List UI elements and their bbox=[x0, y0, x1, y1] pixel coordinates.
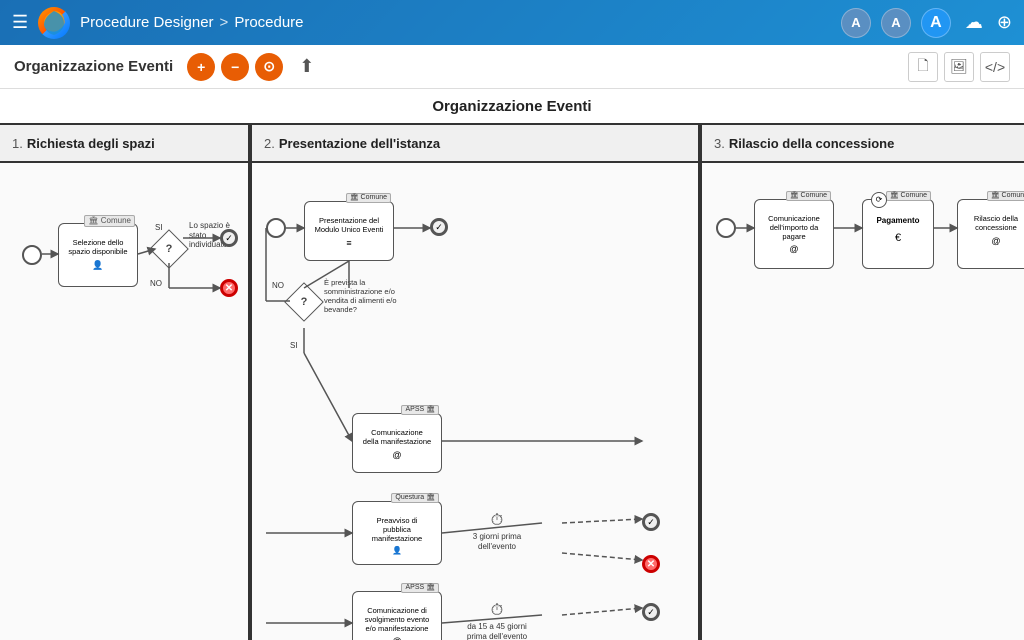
start-event-l3 bbox=[716, 218, 736, 238]
end-x-l2-r2: ✕ bbox=[642, 555, 660, 573]
time-annotation-1: ⏱ 3 giorni prima dell'evento bbox=[457, 511, 537, 553]
task-rilascio[interactable]: 🏛 Comune Rilascio dellaconcessione @ bbox=[957, 199, 1024, 269]
org-comune-tag-l3-1: 🏛 Comune bbox=[786, 191, 831, 201]
lane-1: 1. Richiesta degli spazi 🏛 Comune Selezi… bbox=[0, 125, 250, 640]
top-navigation: ☰ Procedure Designer > Procedure A A A ☁… bbox=[0, 0, 1024, 45]
task-importo-label: Comunicazionedell'importo dapagare bbox=[768, 214, 820, 241]
lane-2-number: 2. bbox=[264, 136, 275, 151]
lane-1-label: Richiesta degli spazi bbox=[27, 136, 155, 151]
task-modulo[interactable]: 🏛 Comune Presentazione delModulo Unico E… bbox=[304, 201, 394, 261]
cloud-icon[interactable]: ☁ bbox=[965, 12, 983, 33]
org-comune-tag-l3-2: 🏛 Comune bbox=[886, 191, 931, 201]
gateway-alimenti-inner: ? bbox=[291, 289, 317, 315]
org-apss-tag-2: APSS 🏛 bbox=[401, 583, 439, 593]
add-icon[interactable]: ⊕ bbox=[997, 12, 1012, 33]
org-comune-tag-1: 🏛 Comune bbox=[84, 215, 135, 227]
task-comunicazione-manif[interactable]: APSS 🏛 Comunicazionedella manifestazione… bbox=[352, 413, 442, 473]
lanes-container: 1. Richiesta degli spazi 🏛 Comune Selezi… bbox=[0, 125, 1024, 640]
task-rilascio-icon: @ bbox=[991, 236, 1000, 247]
no-label-2: NO bbox=[272, 281, 284, 290]
task-modulo-icon: ≡ bbox=[346, 238, 351, 249]
lane-1-content: 🏛 Comune Selezione dellospazio disponibi… bbox=[0, 163, 248, 640]
gateway-space-label: Lo spazio è stato individuato? bbox=[189, 221, 249, 250]
task-comunicazione-svolg-label: Comunicazione disvolgimento eventoe/o ma… bbox=[365, 606, 430, 633]
zoom-out-button[interactable]: − bbox=[221, 53, 249, 81]
org-comune-tag-l3-3: 🏛 Comune bbox=[987, 191, 1024, 201]
lane-2-header: 2. Presentazione dell'istanza bbox=[252, 125, 698, 163]
task-preavviso-icon: 👤 bbox=[392, 546, 402, 556]
start-event bbox=[22, 245, 42, 265]
page-title: Organizzazione Eventi bbox=[14, 58, 173, 75]
task-selezione-label: Selezione dellospazio disponibile bbox=[68, 238, 127, 256]
lane-1-header: 1. Richiesta degli spazi bbox=[0, 125, 248, 163]
gateway-space: ? bbox=[149, 229, 189, 269]
task-comunicazione-icon: @ bbox=[392, 450, 401, 461]
code-icon[interactable]: </> bbox=[980, 52, 1010, 82]
person-icon: 👤 bbox=[92, 260, 103, 271]
task-importo-icon: @ bbox=[789, 244, 798, 255]
task-pagamento-icon: € bbox=[895, 232, 901, 245]
gateway-space-inner: ? bbox=[156, 236, 182, 262]
avatar-3[interactable]: A bbox=[921, 8, 951, 38]
si-label-2: SI bbox=[290, 341, 298, 350]
si-label-1: SI bbox=[155, 223, 163, 232]
avatar-1[interactable]: A bbox=[841, 8, 871, 38]
task-comunicazione-manif-label: Comunicazionedella manifestazione bbox=[363, 428, 431, 446]
gateway-alimenti: ? bbox=[284, 282, 324, 322]
org-apss-tag: APSS 🏛 bbox=[401, 405, 439, 415]
start-event-l2 bbox=[266, 218, 286, 238]
hamburger-icon[interactable]: ☰ bbox=[12, 12, 28, 33]
lane-3-number: 3. bbox=[714, 136, 725, 151]
lane-2-content: 🏛 Comune Presentazione delModulo Unico E… bbox=[252, 163, 698, 640]
zoom-in-button[interactable]: + bbox=[187, 53, 215, 81]
lane-3: 3. Rilascio della concessione 🏛 Comune C… bbox=[700, 125, 1024, 640]
task-modulo-label: Presentazione delModulo Unico Eventi bbox=[315, 216, 384, 234]
lane-3-header: 3. Rilascio della concessione bbox=[702, 125, 1024, 163]
lane-3-content: 🏛 Comune Comunicazionedell'importo dapag… bbox=[702, 163, 1024, 640]
end-event-x: ✕ bbox=[220, 279, 238, 297]
org-comune-tag-2: 🏛 Comune bbox=[346, 193, 391, 203]
task-comunicazione-svolg-icon: @ bbox=[392, 636, 401, 640]
no-label-1: NO bbox=[150, 279, 162, 288]
lane-1-number: 1. bbox=[12, 136, 23, 151]
task-selezione-icons: 👤 bbox=[92, 260, 103, 271]
lane-3-label: Rilascio della concessione bbox=[729, 136, 894, 151]
task-selezione-spazio[interactable]: 🏛 Comune Selezione dellospazio disponibi… bbox=[58, 223, 138, 287]
end-check-l2-top: ✓ bbox=[430, 218, 448, 236]
canvas-area: Organizzazione Eventi 1. Richiesta degli… bbox=[0, 89, 1024, 640]
task-rilascio-label: Rilascio dellaconcessione bbox=[974, 214, 1018, 232]
task-importo[interactable]: 🏛 Comune Comunicazionedell'importo dapag… bbox=[754, 199, 834, 269]
task-preavviso[interactable]: Questura 🏛 Preavviso dipubblicamanifesta… bbox=[352, 501, 442, 565]
task-pagamento[interactable]: 🏛 Comune ⟳ Pagamento € bbox=[862, 199, 934, 269]
zoom-reset-button[interactable]: ⊙ bbox=[255, 53, 283, 81]
end-event-check: ✓ bbox=[220, 229, 238, 247]
task-pagamento-label: Pagamento bbox=[876, 216, 919, 226]
nav-section: Procedure bbox=[234, 14, 303, 31]
task-comunicazione-svolg[interactable]: APSS 🏛 Comunicazione disvolgimento event… bbox=[352, 591, 442, 640]
image-icon[interactable]: 🖼 bbox=[944, 52, 974, 82]
nav-separator: > bbox=[220, 14, 229, 31]
document-icon[interactable]: 🗋 bbox=[908, 52, 938, 82]
org-questura-tag: Questura 🏛 bbox=[391, 493, 439, 503]
app-logo bbox=[38, 7, 70, 39]
toolbar: Organizzazione Eventi + − ⊙ ⬆ 🗋 🖼 </> bbox=[0, 45, 1024, 89]
nav-title: Procedure Designer > Procedure bbox=[80, 14, 303, 31]
lane-2-label: Presentazione dell'istanza bbox=[279, 136, 440, 151]
intermediate-event-pagamento: ⟳ bbox=[871, 192, 887, 208]
task-preavviso-label: Preavviso dipubblicamanifestazione bbox=[372, 516, 422, 543]
end-check-l2-r3: ✓ bbox=[642, 603, 660, 621]
gateway-alimenti-label: È prevista la somministrazione e/o vendi… bbox=[324, 278, 404, 314]
time-annotation-2: ⏱ da 15 a 45 giorni prima dell'evento bbox=[457, 601, 537, 640]
end-check-l2-r2: ✓ bbox=[642, 513, 660, 531]
app-name-label: Procedure Designer bbox=[80, 14, 213, 31]
cursor-icon: ⬆ bbox=[299, 56, 314, 77]
avatar-2[interactable]: A bbox=[881, 8, 911, 38]
diagram-title: Organizzazione Eventi bbox=[0, 89, 1024, 125]
lane-2: 2. Presentazione dell'istanza 🏛 Comune P… bbox=[250, 125, 700, 640]
